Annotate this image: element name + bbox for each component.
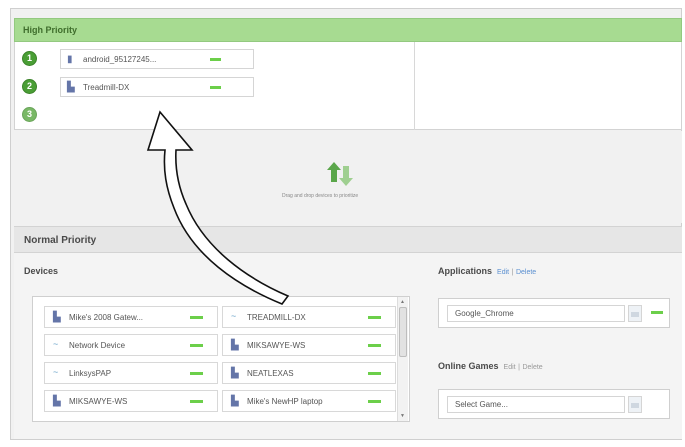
computer-icon: ▙ [53, 312, 61, 323]
online-games-delete-link[interactable]: Delete [522, 364, 542, 371]
slot-number-badge: 2 [22, 79, 37, 94]
computer-icon: ▙ [53, 396, 61, 407]
up-down-arrows-icon [327, 162, 353, 186]
remove-device-icon[interactable] [210, 58, 221, 61]
remove-device-icon[interactable] [190, 316, 203, 319]
remove-device-icon[interactable] [190, 372, 203, 375]
scroll-up-icon[interactable]: ▲ [400, 299, 405, 305]
high-priority-slot-1[interactable]: 1 ▮ android_95127245... [22, 49, 254, 69]
remove-device-icon[interactable] [190, 400, 203, 403]
remove-device-icon[interactable] [368, 344, 381, 347]
device-item[interactable]: ▙ MIKSAWYE-WS [222, 334, 396, 356]
link-separator: | [518, 364, 520, 371]
device-item[interactable]: ~ LinksysPAP [44, 362, 218, 384]
normal-priority-title: Normal Priority [24, 235, 97, 246]
high-priority-header: High Priority [14, 18, 682, 42]
computer-icon: ▙ [231, 340, 239, 351]
scroll-down-icon[interactable]: ▼ [400, 413, 405, 419]
device-label: Mike's 2008 Gatew... [69, 313, 144, 322]
normal-priority-header: Normal Priority [14, 226, 682, 253]
device-label: MIKSAWYE-WS [247, 341, 306, 350]
online-games-header: Online Games Edit | Delete [438, 361, 543, 371]
online-games-edit-link[interactable]: Edit [504, 364, 516, 371]
link-separator: | [511, 269, 514, 276]
computer-icon: ▙ [231, 368, 239, 379]
remove-device-icon[interactable] [368, 316, 381, 319]
device-item[interactable]: ~ Network Device [44, 334, 218, 356]
drag-hint-text: Drag and drop devices to prioritize [282, 193, 359, 199]
dropdown-icon[interactable] [628, 396, 642, 413]
device-label: Mike's NewHP laptop [247, 397, 323, 406]
devices-title: Devices [24, 266, 59, 276]
online-games-box: Select Game... [438, 389, 670, 419]
remove-application-icon[interactable] [651, 311, 663, 314]
high-priority-title: High Priority [23, 25, 78, 35]
divider [414, 42, 415, 130]
device-label: Network Device [69, 341, 126, 350]
device-label: NEATLEXAS [247, 369, 294, 378]
device-label: LinksysPAP [69, 369, 112, 378]
device-item[interactable]: ▙ Mike's NewHP laptop [222, 390, 396, 412]
network-icon: ~ [53, 367, 59, 377]
slot-device-label: android_95127245... [83, 55, 157, 64]
applications-selected-value: Google_Chrome [455, 309, 514, 318]
slot-device-box[interactable]: ▮ android_95127245... [60, 49, 254, 69]
computer-icon: ▙ [231, 396, 239, 407]
applications-delete-link[interactable]: Delete [516, 269, 536, 276]
slot-device-label: Treadmill-DX [83, 83, 130, 92]
applications-edit-link[interactable]: Edit [497, 269, 509, 276]
online-games-select[interactable]: Select Game... [447, 396, 625, 413]
online-games-title: Online Games [438, 361, 499, 371]
slot-number-badge: 1 [22, 51, 37, 66]
device-item[interactable]: ▙ MIKSAWYE-WS [44, 390, 218, 412]
scroll-thumb[interactable] [399, 307, 407, 357]
network-icon: ~ [231, 311, 237, 321]
remove-device-icon[interactable] [368, 372, 381, 375]
computer-icon: ▙ [67, 82, 75, 93]
high-priority-slot-2[interactable]: 2 ▙ Treadmill-DX [22, 77, 254, 97]
slot-device-box[interactable]: ▙ Treadmill-DX [60, 77, 254, 97]
network-icon: ~ [53, 339, 59, 349]
drag-direction-arrow-icon [146, 110, 290, 305]
applications-box: Google_Chrome [438, 298, 670, 328]
device-label: MIKSAWYE-WS [69, 397, 128, 406]
online-games-selected-value: Select Game... [455, 400, 508, 409]
slot-number-badge: 3 [22, 107, 37, 122]
device-item[interactable]: ▙ NEATLEXAS [222, 362, 396, 384]
phone-icon: ▮ [67, 54, 73, 65]
remove-device-icon[interactable] [210, 86, 221, 89]
applications-title: Applications [438, 266, 493, 276]
dropdown-icon[interactable] [628, 305, 642, 322]
remove-device-icon[interactable] [190, 344, 203, 347]
device-item[interactable]: ▙ Mike's 2008 Gatew... [44, 306, 218, 328]
applications-header: Applications Edit | Delete [438, 266, 536, 276]
device-label: TREADMILL-DX [247, 313, 306, 322]
devices-scrollbar[interactable]: ▲ ▼ [397, 297, 408, 421]
device-item[interactable]: ~ TREADMILL-DX [222, 306, 396, 328]
remove-device-icon[interactable] [368, 400, 381, 403]
applications-select[interactable]: Google_Chrome [447, 305, 625, 322]
